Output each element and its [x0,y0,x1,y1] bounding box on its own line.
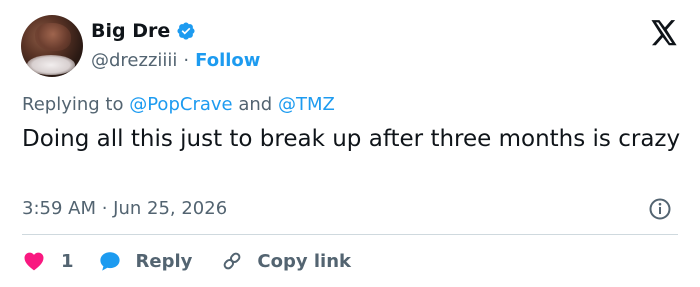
copy-link-button[interactable]: Copy link [220,249,351,273]
handle-row: @drezziiii · Follow [91,50,260,71]
reply-bubble-icon [99,252,120,271]
replying-to-line: Replying to @PopCrave and @TMZ [22,94,335,115]
x-logo-icon[interactable] [650,20,678,46]
display-name-text: Big Dre [91,20,171,42]
info-icon[interactable] [648,197,672,221]
avatar[interactable] [21,15,83,77]
link-icon [224,252,241,270]
replying-prefix: Replying to [22,94,124,115]
like-count: 1 [61,250,74,272]
like-button[interactable]: 1 [22,249,74,273]
heart-icon [24,252,44,271]
separator-dot: · [183,50,190,71]
mention-tmz[interactable]: @TMZ [278,94,335,115]
handle[interactable]: @drezziiii [91,50,177,71]
verified-badge-icon [177,22,195,40]
copy-link-label: Copy link [257,250,351,272]
follow-button[interactable]: Follow [195,50,260,71]
avatar-shirt-shape [27,55,75,75]
divider [22,234,678,235]
reply-button[interactable]: Reply [98,249,193,273]
tweet-text: Doing all this just to break up after th… [22,126,681,152]
replying-conjunction: and [238,94,273,115]
tweet-timestamp[interactable]: 3:59 AM · Jun 25, 2026 [22,198,227,219]
mention-popcrave[interactable]: @PopCrave [129,94,232,115]
action-bar: 1 Reply Copy link [22,246,351,276]
display-name[interactable]: Big Dre [91,20,196,42]
avatar-hair-shape [35,23,71,51]
reply-label: Reply [135,250,193,272]
